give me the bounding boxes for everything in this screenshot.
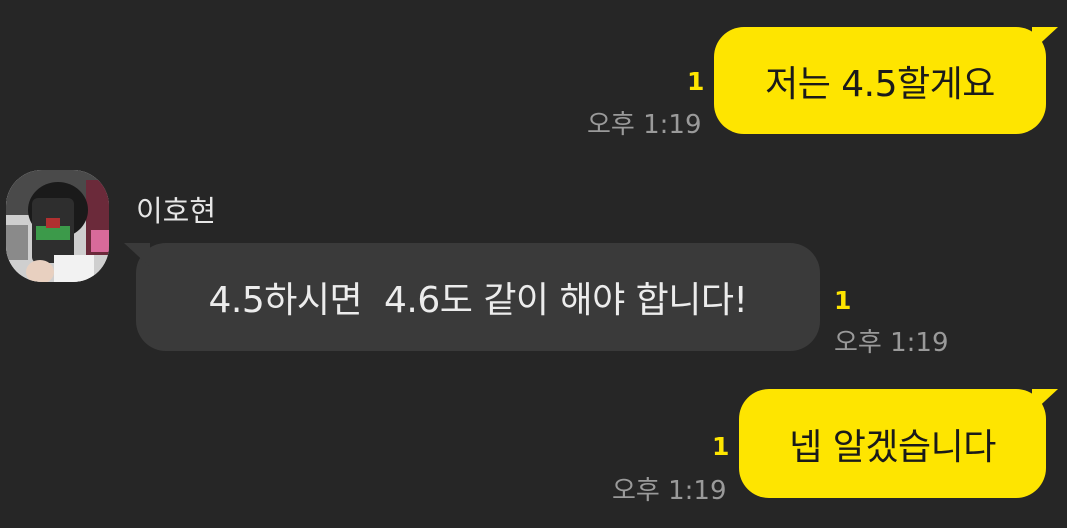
bubble-tail [1032, 27, 1058, 51]
unread-count: 1 [687, 67, 705, 96]
message-bubble[interactable]: 4.5하시면 4.6도 같이 해야 합니다! [124, 243, 820, 351]
profile-photo-icon [6, 170, 109, 282]
message-text: 넵 알겠습니다 [789, 426, 996, 468]
avatar[interactable] [6, 170, 109, 282]
unread-count: 1 [712, 432, 730, 461]
message-text: 저는 4.5할게요 [765, 63, 995, 105]
message-text: 4.5하시면 4.6도 같이 해야 합니다! [208, 280, 748, 321]
message-bubble[interactable]: 저는 4.5할게요 [714, 27, 1058, 134]
message-time: 오후 1:19 [834, 328, 949, 358]
unread-count: 1 [834, 286, 852, 315]
bubble-tail [124, 243, 150, 267]
message-time: 오후 1:19 [612, 476, 727, 506]
message-bubble[interactable]: 넵 알겠습니다 [739, 389, 1058, 498]
sender-name[interactable]: 이호현 [136, 188, 216, 230]
bubble-tail [1032, 389, 1058, 413]
message-time: 오후 1:19 [587, 110, 702, 140]
